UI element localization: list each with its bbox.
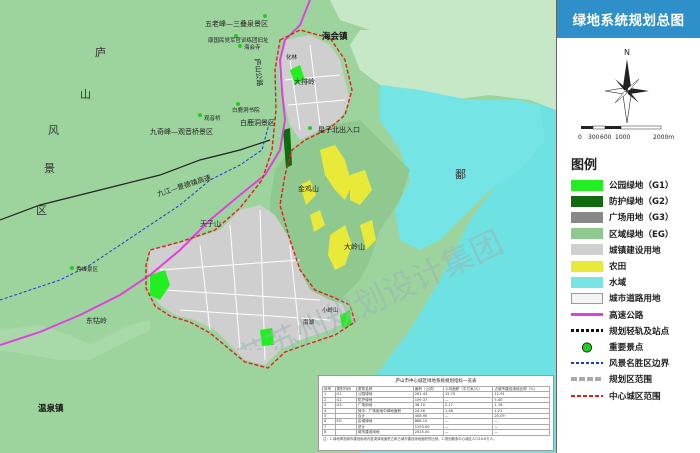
legend-panel: 绿地系统规划总图 N 0 300 600 1000 2000m 图例 公园绿地（… bbox=[556, 0, 700, 453]
jinjishan-label: 金鸡山 bbox=[298, 185, 319, 193]
legend-label: 重要景点 bbox=[609, 343, 644, 353]
scale-tick-3: 1000 bbox=[615, 134, 630, 141]
legend-label: 中心城区范围 bbox=[609, 391, 661, 402]
jiuqifeng-label: 九奇峰—观音桥景区 bbox=[150, 128, 213, 136]
legend-item: 规划轻轨及站点 bbox=[571, 324, 669, 338]
legend-swatch bbox=[571, 309, 603, 321]
indicator-table-box: 庐山市中心城区绿地系统规划指标一览表 序号 类别代码 类别名称 面积（公顷） 人均面积（… bbox=[318, 375, 554, 451]
xingzi-north-label: 星子北出入口 bbox=[318, 126, 360, 134]
legend-item: 防护绿地（G2） bbox=[571, 194, 674, 208]
legend-swatch bbox=[571, 394, 603, 397]
lushan-label-3: 风 bbox=[48, 124, 59, 137]
haihui-town-label: 海会镇 bbox=[322, 32, 348, 42]
legend-label: 规划轻轨及站点 bbox=[609, 326, 670, 337]
dapaling-label: 大排岭 bbox=[294, 78, 315, 86]
legend-label: 城镇建设用地 bbox=[609, 245, 661, 256]
table-cell: — bbox=[442, 429, 494, 436]
scale-bar bbox=[581, 125, 662, 130]
poyang-label: 鄱 bbox=[455, 168, 466, 181]
table-cell: 2025.00 bbox=[412, 429, 444, 436]
nanhu-label: 南湖 bbox=[303, 320, 315, 326]
table-cell: — bbox=[492, 429, 550, 436]
indicator-table-note: 注：1.绿地率指城市建设用地内各类绿地面积之和占城市建设用地面积的比例。2.规划… bbox=[323, 436, 497, 441]
lushan-label-5: 区 bbox=[36, 204, 47, 217]
compass-and-scale: N 0 300 600 1000 2000m bbox=[578, 48, 674, 141]
dongguling-label: 东牯岭 bbox=[86, 317, 107, 325]
scale-tick-2: 600 bbox=[600, 134, 612, 141]
legend-item: 高速公路 bbox=[571, 308, 643, 322]
lushan-label-1: 庐 bbox=[95, 46, 106, 59]
haihuisi-label: 海会寺 bbox=[244, 45, 261, 51]
legend-label: 风景名胜区边界 bbox=[609, 359, 670, 370]
legend-swatch bbox=[571, 260, 603, 272]
legend-title: 图例 bbox=[571, 158, 598, 173]
legend-item: 区域绿地（EG） bbox=[571, 227, 674, 241]
indicator-table-title: 庐山市中心城区绿地系统规划指标一览表 bbox=[395, 379, 477, 384]
wulaofeng-label: 五老峰—三叠泉景区 bbox=[205, 20, 268, 28]
compass-rose-icon bbox=[604, 59, 649, 124]
legend-label: 农田 bbox=[609, 262, 627, 272]
legend-label: 区域绿地（EG） bbox=[609, 229, 674, 240]
table-row: 8 城市建设用地 2025.00— — bbox=[322, 429, 550, 436]
legend-item: 风景名胜区边界 bbox=[571, 356, 669, 370]
xiuhu-label: 秀峰景区 bbox=[76, 267, 99, 273]
legend-swatch bbox=[571, 377, 603, 382]
bailudong-label: 白鹿洞书院 bbox=[232, 108, 260, 114]
table-cell: 城市建设用地 bbox=[355, 429, 414, 436]
legend-swatch bbox=[571, 292, 603, 304]
legend-label: 公园绿地（G1） bbox=[609, 181, 674, 191]
lushan-label-4: 景 bbox=[44, 162, 55, 175]
legend-label: 规划区范围 bbox=[609, 375, 652, 386]
indicator-table: 序号 类别代码 类别名称 面积（公顷） 人均面积（平方米/人） 占城市建设用地比例（%） 1… bbox=[322, 385, 550, 436]
scale-tick-0: 0 bbox=[578, 134, 582, 141]
legend-label: 广场用地（G3） bbox=[609, 213, 674, 224]
table-cell: 8 bbox=[322, 429, 336, 436]
legend-swatch bbox=[571, 276, 603, 288]
legend-swatch bbox=[571, 179, 603, 191]
map-title: 绿地系统规划总图 bbox=[557, 0, 700, 38]
legend-swatch bbox=[571, 228, 603, 240]
legend-item: 农田 bbox=[571, 259, 626, 273]
tianzishan-label: 天子山 bbox=[200, 220, 221, 228]
legend-item: 水域 bbox=[571, 275, 626, 289]
legend-item: 城镇建设用地 bbox=[571, 243, 661, 257]
wenquan-town-label: 温泉镇 bbox=[38, 404, 64, 414]
guanyinqiao-label: 观音桥 bbox=[204, 116, 221, 122]
bailudong-area-label: 白鹿洞景区 bbox=[240, 119, 275, 127]
north-letter: N bbox=[624, 48, 630, 57]
legend-swatch bbox=[571, 244, 603, 256]
legend-swatch bbox=[571, 362, 603, 365]
scale-tick-1: 300 bbox=[588, 134, 600, 141]
legend-item: 城市道路用地 bbox=[571, 291, 661, 305]
xiaolingshan-label: 小岭山 bbox=[322, 308, 339, 314]
legend-swatch bbox=[571, 341, 603, 353]
park-4 bbox=[260, 328, 274, 346]
legend-label: 城市道路用地 bbox=[609, 294, 661, 305]
legend-item: 规划区范围 bbox=[571, 372, 652, 386]
lushan-label-2: 山 bbox=[80, 88, 91, 101]
legend-label: 防护绿地（G2） bbox=[609, 197, 674, 208]
scale-ticks: 0 300 600 1000 2000m bbox=[578, 134, 674, 141]
legend-swatch bbox=[571, 329, 603, 333]
legend-swatch bbox=[571, 195, 603, 207]
legend-item: 中心城区范围 bbox=[571, 389, 661, 403]
legend-label: 高速公路 bbox=[609, 310, 644, 321]
hualin-label: 化林 bbox=[286, 55, 298, 61]
legend-item: 公园绿地（G1） bbox=[571, 178, 674, 192]
legend-item: 广场用地（G3） bbox=[571, 210, 674, 224]
legend-item: 重要景点 bbox=[571, 340, 643, 354]
dahushan-label: 大岭山 bbox=[344, 243, 365, 251]
table-cell bbox=[334, 429, 357, 436]
legend-swatch bbox=[571, 211, 603, 223]
map-sheet: 江苏苏州规划设计集团 庐 山 风 景 区 海会镇 温泉镇 鄱 五老峰—三叠泉景区… bbox=[0, 0, 700, 453]
legend-label: 水域 bbox=[609, 278, 627, 289]
scale-tick-4: 2000m bbox=[653, 134, 674, 141]
